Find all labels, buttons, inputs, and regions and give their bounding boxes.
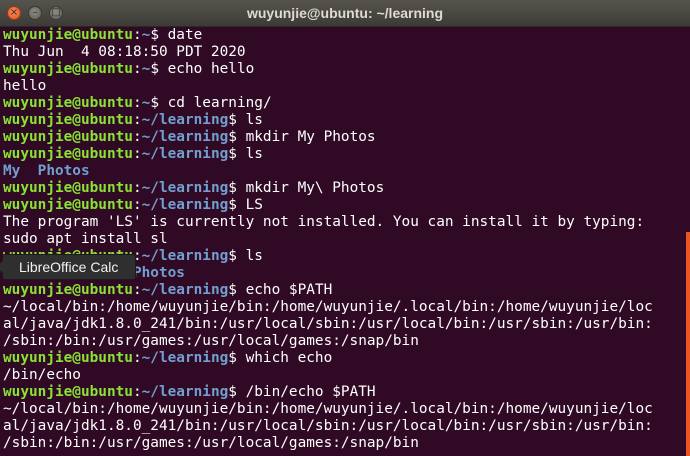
command-text: /bin/echo $PATH: [245, 384, 376, 400]
prompt-separator: :: [132, 180, 142, 196]
output-line: /sbin:/bin:/usr/games:/usr/local/games:/…: [3, 435, 686, 452]
prompt-line: wuyunjie@ubuntu:~$ cd learning/: [3, 95, 686, 112]
prompt-user-host: wuyunjie@ubuntu: [3, 180, 133, 196]
command-text: ls: [245, 248, 263, 264]
output-text: ~/local/bin:/home/wuyunjie/bin:/home/wuy…: [3, 401, 653, 417]
prompt-separator: :: [132, 282, 142, 298]
prompt-path: ~: [141, 27, 151, 43]
output-text: /bin/echo: [3, 367, 81, 383]
output-line: ~/local/bin:/home/wuyunjie/bin:/home/wuy…: [3, 299, 686, 316]
prompt-dollar: $: [228, 112, 246, 128]
command-text: LS: [245, 197, 263, 213]
command-text: which echo: [245, 350, 333, 366]
prompt-path: ~/learning: [141, 248, 229, 264]
prompt-line: wuyunjie@ubuntu:~/learning$ which echo: [3, 350, 686, 367]
prompt-path: ~: [141, 61, 151, 77]
output-text: hello: [3, 78, 47, 94]
prompt-dollar: $: [228, 146, 246, 162]
command-text: echo hello: [167, 61, 255, 77]
prompt-separator: :: [132, 350, 142, 366]
output-text: ~/local/bin:/home/wuyunjie/bin:/home/wuy…: [3, 299, 653, 315]
prompt-line: wuyunjie@ubuntu:~/learning$ mkdir My\ Ph…: [3, 180, 686, 197]
prompt-line: wuyunjie@ubuntu:~/learning$ ls: [3, 146, 686, 163]
prompt-separator: :: [132, 146, 142, 162]
prompt-path: ~/learning: [141, 384, 229, 400]
prompt-line: wuyunjie@ubuntu:~$ date: [3, 27, 686, 44]
prompt-user-host: wuyunjie@ubuntu: [3, 95, 133, 111]
terminal-output[interactable]: wuyunjie@ubuntu:~$ date Thu Jun 4 08:18:5…: [0, 27, 686, 456]
prompt-line: wuyunjie@ubuntu:~/learning$ /bin/echo $P…: [3, 384, 686, 401]
prompt-user-host: wuyunjie@ubuntu: [3, 197, 133, 213]
command-text: echo $PATH: [245, 282, 333, 298]
prompt-separator: :: [132, 27, 142, 43]
output-text: al/java/jdk1.8.0_241/bin:/usr/local/sbin…: [3, 316, 653, 332]
prompt-dollar: $: [150, 95, 168, 111]
prompt-path: ~/learning: [141, 180, 229, 196]
prompt-separator: :: [132, 384, 142, 400]
output-text: Thu Jun 4 08:18:50 PDT 2020: [3, 44, 246, 60]
command-text: mkdir My Photos: [245, 129, 376, 145]
prompt-path: ~/learning: [141, 282, 229, 298]
output-line: hello: [3, 78, 686, 95]
prompt-user-host: wuyunjie@ubuntu: [3, 27, 133, 43]
prompt-line: wuyunjie@ubuntu:~/learning$ LS: [3, 197, 686, 214]
output-text: The program 'LS' is currently not instal…: [3, 214, 645, 230]
prompt-dollar: $: [228, 129, 246, 145]
prompt-dollar: $: [228, 384, 246, 400]
prompt-dollar: $: [228, 282, 246, 298]
prompt-user-host: wuyunjie@ubuntu: [3, 146, 133, 162]
prompt-dollar: $: [150, 61, 168, 77]
output-text: /sbin:/bin:/usr/games:/usr/local/games:/…: [3, 435, 419, 451]
output-line: /sbin:/bin:/usr/games:/usr/local/games:/…: [3, 333, 686, 350]
output-line: al/java/jdk1.8.0_241/bin:/usr/local/sbin…: [3, 418, 686, 435]
prompt-user-host: wuyunjie@ubuntu: [3, 350, 133, 366]
prompt-dollar: $: [228, 350, 246, 366]
window-title: wuyunjie@ubuntu: ~/learning: [246, 5, 444, 21]
prompt-separator: :: [132, 129, 142, 145]
directory-listing: My Photos: [3, 163, 686, 180]
prompt-path: ~/learning: [141, 350, 229, 366]
prompt-line: wuyunjie@ubuntu:~/learning$ mkdir My Pho…: [3, 129, 686, 146]
prompt-user-host: wuyunjie@ubuntu: [3, 384, 133, 400]
command-text: ls: [245, 146, 263, 162]
prompt-line: wuyunjie@ubuntu:~/learning$ echo $PATH: [3, 282, 686, 299]
output-line: sudo apt install sl: [3, 231, 686, 248]
prompt-user-host: wuyunjie@ubuntu: [3, 282, 133, 298]
prompt-separator: :: [132, 61, 142, 77]
output-line: The program 'LS' is currently not instal…: [3, 214, 686, 231]
command-text: cd learning/: [167, 95, 272, 111]
command-text: date: [167, 27, 203, 43]
output-text: sudo apt install sl: [3, 231, 168, 247]
prompt-dollar: $: [228, 180, 246, 196]
output-line: /bin/echo: [3, 367, 686, 384]
prompt-line: wuyunjie@ubuntu:~$ echo hello: [3, 61, 686, 78]
output-line: al/java/jdk1.8.0_241/bin:/usr/local/sbin…: [3, 316, 686, 333]
prompt-dollar: $: [150, 27, 168, 43]
prompt-dollar: $: [228, 197, 246, 213]
output-line: Thu Jun 4 08:18:50 PDT 2020: [3, 44, 686, 61]
prompt-path: ~/learning: [141, 112, 229, 128]
prompt-path: ~: [141, 95, 151, 111]
prompt-separator: :: [132, 95, 142, 111]
output-text: al/java/jdk1.8.0_241/bin:/usr/local/sbin…: [3, 418, 653, 434]
prompt-user-host: wuyunjie@ubuntu: [3, 129, 133, 145]
window-titlebar[interactable]: × – □ wuyunjie@ubuntu: ~/learning: [0, 0, 690, 27]
prompt-dollar: $: [228, 248, 246, 264]
launcher-tooltip: LibreOffice Calc: [0, 254, 136, 280]
output-text: /sbin:/bin:/usr/games:/usr/local/games:/…: [3, 333, 419, 349]
command-text: ls: [245, 112, 263, 128]
prompt-path: ~/learning: [141, 129, 229, 145]
prompt-separator: :: [132, 197, 142, 213]
command-text: mkdir My\ Photos: [245, 180, 385, 196]
prompt-user-host: wuyunjie@ubuntu: [3, 112, 133, 128]
terminal-scrollbar[interactable]: [686, 232, 690, 456]
prompt-path: ~/learning: [141, 146, 229, 162]
prompt-path: ~/learning: [141, 197, 229, 213]
prompt-line: wuyunjie@ubuntu:~/learning$ ls: [3, 112, 686, 129]
prompt-separator: :: [132, 112, 142, 128]
output-line: ~/local/bin:/home/wuyunjie/bin:/home/wuy…: [3, 401, 686, 418]
directory-names: My Photos: [3, 163, 90, 179]
prompt-user-host: wuyunjie@ubuntu: [3, 61, 133, 77]
